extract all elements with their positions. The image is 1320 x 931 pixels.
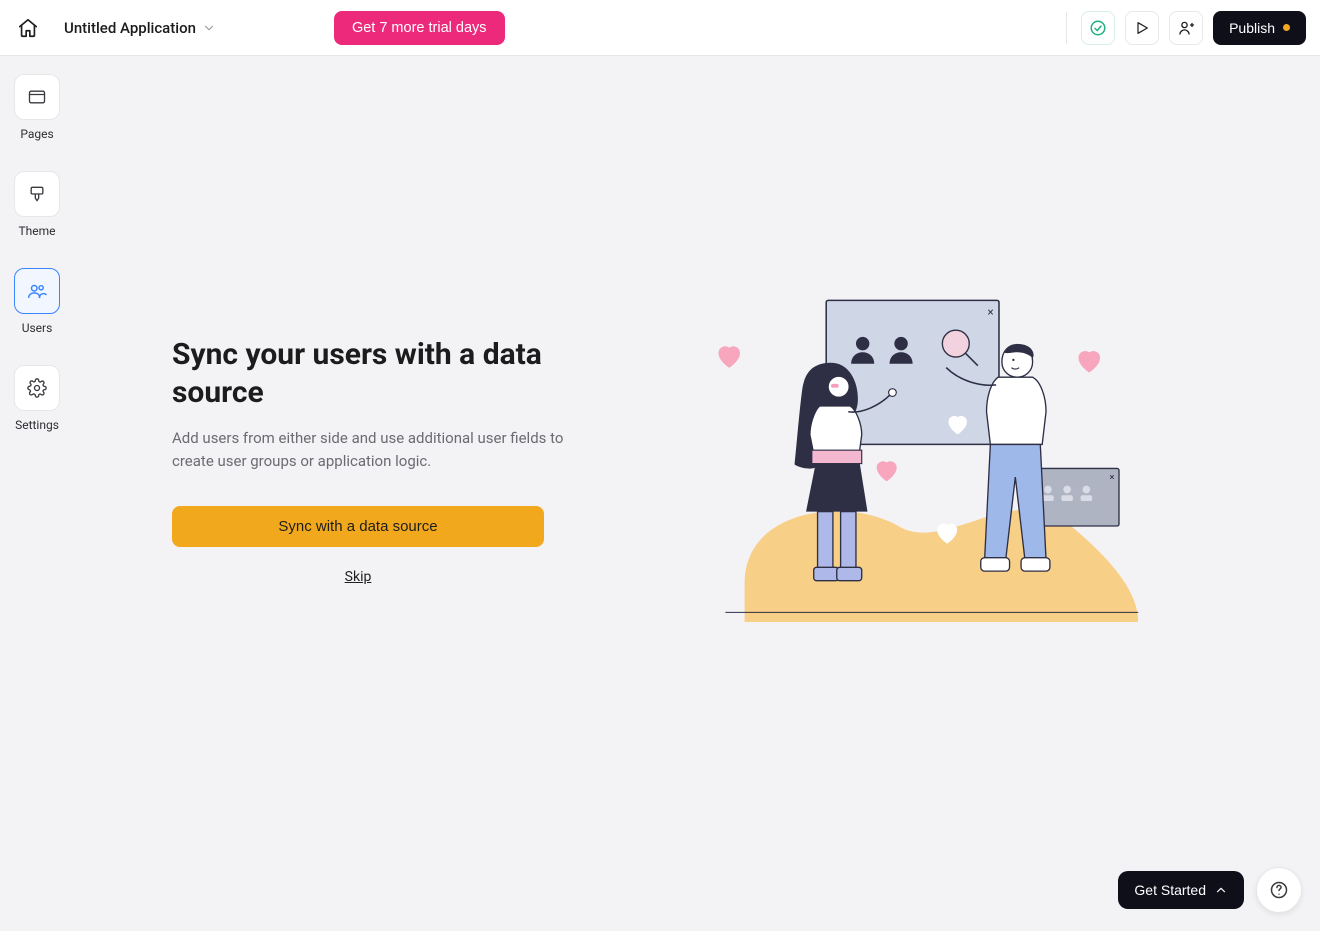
- skip-link[interactable]: Skip: [172, 569, 544, 585]
- get-started-label: Get Started: [1134, 882, 1206, 898]
- svg-text:×: ×: [987, 305, 993, 319]
- trial-button[interactable]: Get 7 more trial days: [334, 11, 505, 45]
- play-icon: [1134, 20, 1150, 36]
- floating-actions: Get Started: [1118, 867, 1302, 913]
- sidebar-tile-pages: [14, 74, 60, 120]
- skip-label: Skip: [345, 569, 372, 585]
- home-button[interactable]: [14, 14, 42, 42]
- preview-button[interactable]: [1125, 11, 1159, 45]
- status-button[interactable]: [1081, 11, 1115, 45]
- sidebar-item-users[interactable]: Users: [14, 268, 60, 335]
- main-area: Sync your users with a data source Add u…: [74, 56, 1320, 931]
- sidebar-item-label: Settings: [15, 418, 59, 432]
- sidebar-item-pages[interactable]: Pages: [14, 74, 60, 141]
- app-name-dropdown[interactable]: Untitled Application: [58, 15, 222, 41]
- page-heading: Sync your users with a data source: [172, 336, 572, 411]
- publish-status-dot: [1283, 24, 1290, 31]
- sidebar-item-theme[interactable]: Theme: [14, 171, 60, 238]
- sidebar-item-label: Theme: [18, 224, 55, 238]
- divider: [1066, 12, 1067, 44]
- get-started-button[interactable]: Get Started: [1118, 871, 1244, 909]
- help-icon: [1269, 880, 1289, 900]
- sync-button[interactable]: Sync with a data source: [172, 506, 544, 547]
- sidebar-tile-users: [14, 268, 60, 314]
- header-actions: Publish: [1066, 11, 1306, 45]
- sidebar-item-settings[interactable]: Settings: [14, 365, 60, 432]
- trial-label: Get 7 more trial days: [352, 20, 487, 36]
- paint-brush-icon: [27, 184, 47, 204]
- check-circle-icon: [1089, 19, 1107, 37]
- chevron-down-icon: [202, 21, 216, 35]
- sidebar-tile-theme: [14, 171, 60, 217]
- publish-label: Publish: [1229, 20, 1275, 36]
- content-row: Sync your users with a data source Add u…: [172, 56, 1222, 931]
- users-illustration: × ×: [687, 286, 1167, 632]
- sidebar: Pages Theme Users Settings: [0, 56, 74, 931]
- sidebar-tile-settings: [14, 365, 60, 411]
- text-column: Sync your users with a data source Add u…: [172, 176, 572, 585]
- user-plus-icon: [1177, 19, 1195, 37]
- sync-button-label: Sync with a data source: [278, 518, 437, 535]
- pages-icon: [27, 87, 47, 107]
- illustration-column: × ×: [632, 176, 1222, 632]
- sidebar-item-label: Users: [22, 321, 53, 335]
- chevron-up-icon: [1214, 883, 1228, 897]
- svg-text:×: ×: [1109, 472, 1114, 483]
- page-description: Add users from either side and use addit…: [172, 427, 572, 474]
- help-button[interactable]: [1256, 867, 1302, 913]
- app-name-text: Untitled Application: [64, 19, 196, 37]
- home-icon: [17, 17, 39, 39]
- app-header: Untitled Application Get 7 more trial da…: [0, 0, 1320, 56]
- sidebar-item-label: Pages: [20, 127, 53, 141]
- users-icon: [26, 280, 48, 302]
- gear-icon: [27, 378, 47, 398]
- share-button[interactable]: [1169, 11, 1203, 45]
- publish-button[interactable]: Publish: [1213, 11, 1306, 45]
